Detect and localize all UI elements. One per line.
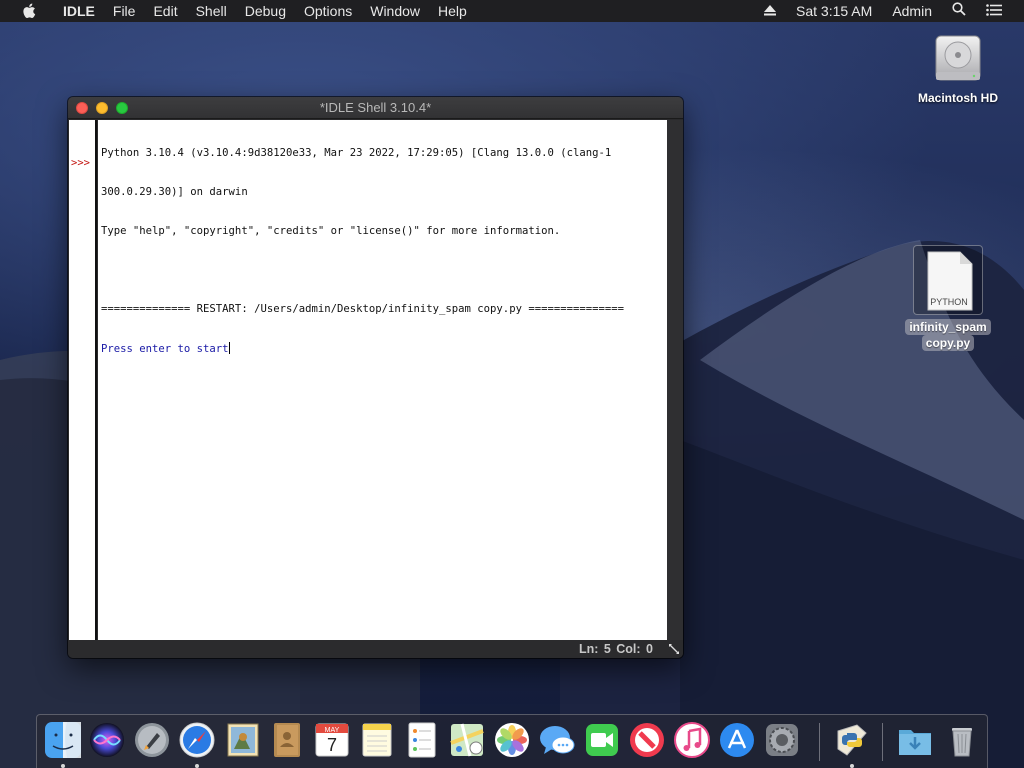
- menu-shell[interactable]: Shell: [187, 0, 236, 22]
- shell-output-line: Type "help", "copyright", "credits" or "…: [101, 225, 561, 237]
- window-titlebar[interactable]: *IDLE Shell 3.10.4*: [68, 97, 683, 119]
- system-preferences-icon[interactable]: [762, 720, 802, 760]
- menu-window[interactable]: Window: [361, 0, 429, 22]
- hard-drive-icon: [928, 30, 988, 90]
- user-menu[interactable]: Admin: [882, 0, 942, 22]
- line-column-indicator: Ln: 5 Col: 0: [578, 642, 653, 656]
- reminders-icon[interactable]: [402, 720, 442, 760]
- menu-bar: IDLE File Edit Shell Debug Options Windo…: [0, 0, 1024, 22]
- shell-output-line: [101, 264, 667, 277]
- zoom-button[interactable]: [116, 102, 128, 114]
- menu-options[interactable]: Options: [295, 0, 361, 22]
- dock: MAY 7: [36, 714, 988, 768]
- finder-running-indicator: [61, 764, 65, 768]
- eject-icon[interactable]: [754, 0, 786, 22]
- python-file-badge: PYTHON: [930, 297, 968, 307]
- python-running-indicator: [850, 764, 854, 768]
- shell-prompt: >>>: [71, 157, 90, 169]
- menu-app-name[interactable]: IDLE: [54, 0, 104, 22]
- text-caret: [228, 342, 230, 354]
- resize-grip-icon[interactable]: [667, 642, 681, 656]
- shell-output-line: 300.0.29.30)] on darwin: [101, 186, 248, 198]
- window-title: *IDLE Shell 3.10.4*: [319, 100, 432, 115]
- calendar-month: MAY: [324, 727, 340, 734]
- program-output-line: Press enter to start: [101, 342, 667, 355]
- finder-icon[interactable]: [43, 720, 83, 760]
- close-button[interactable]: [76, 102, 88, 114]
- contacts-icon[interactable]: [267, 720, 307, 760]
- prompt-gutter: >>>: [69, 120, 97, 640]
- downloads-icon[interactable]: [895, 720, 935, 760]
- calendar-day: 7: [326, 735, 337, 755]
- mail-icon[interactable]: [223, 720, 263, 760]
- program-output-text: Press enter to start: [101, 343, 229, 355]
- dock-separator: [882, 723, 883, 761]
- status-bar: Ln: 5 Col: 0: [68, 640, 683, 658]
- menu-file[interactable]: File: [104, 0, 145, 22]
- restart-banner: ============== RESTART: /Users/admin/Des…: [101, 303, 624, 315]
- idle-shell-window: *IDLE Shell 3.10.4* >>> Python 3.10.4 (v…: [68, 97, 683, 658]
- menu-help[interactable]: Help: [429, 0, 476, 22]
- app-store-icon[interactable]: [717, 720, 757, 760]
- trash-icon[interactable]: [942, 720, 982, 760]
- music-icon[interactable]: [672, 720, 712, 760]
- python-file-label-line2: copy.py: [921, 335, 975, 351]
- maps-icon[interactable]: [447, 720, 487, 760]
- notes-icon[interactable]: [357, 720, 397, 760]
- messages-icon[interactable]: [537, 720, 577, 760]
- safari-icon[interactable]: [177, 720, 217, 760]
- clock[interactable]: Sat 3:15 AM: [786, 0, 882, 22]
- calendar-icon[interactable]: MAY 7: [312, 720, 352, 760]
- photos-icon[interactable]: [492, 720, 532, 760]
- python-file-desktop-icon[interactable]: PYTHON infinity_spam copy.py: [903, 245, 993, 351]
- news-icon[interactable]: [627, 720, 667, 760]
- safari-running-indicator: [195, 764, 199, 768]
- siri-icon[interactable]: [87, 720, 127, 760]
- search-icon[interactable]: [942, 0, 976, 22]
- dock-separator: [819, 723, 820, 761]
- python-file-icon: PYTHON: [913, 245, 983, 315]
- python-file-label-line1: infinity_spam: [905, 319, 991, 335]
- minimize-button[interactable]: [96, 102, 108, 114]
- launchpad-icon[interactable]: [132, 720, 172, 760]
- menu-edit[interactable]: Edit: [144, 0, 186, 22]
- menu-debug[interactable]: Debug: [236, 0, 295, 22]
- shell-text-area[interactable]: Python 3.10.4 (v3.10.4:9d38120e33, Mar 2…: [98, 120, 667, 640]
- shell-output-line: Python 3.10.4 (v3.10.4:9d38120e33, Mar 2…: [101, 147, 612, 159]
- apple-icon[interactable]: [18, 0, 40, 22]
- facetime-icon[interactable]: [582, 720, 622, 760]
- list-icon[interactable]: [976, 0, 1024, 22]
- macintosh-hd-desktop-icon[interactable]: Macintosh HD: [913, 30, 1003, 106]
- vertical-scrollbar[interactable]: [667, 120, 683, 640]
- python-launcher-icon[interactable]: [832, 720, 872, 760]
- macintosh-hd-label: Macintosh HD: [917, 91, 998, 105]
